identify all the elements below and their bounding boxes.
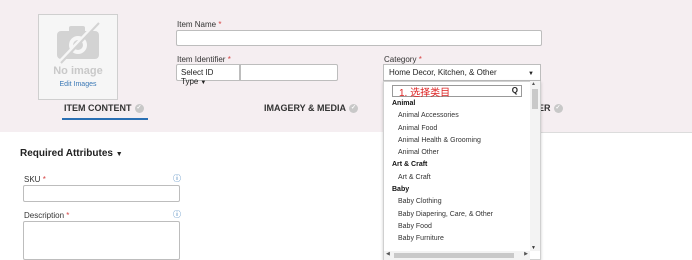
sku-input[interactable] <box>23 185 180 202</box>
dropdown-horizontal-scrollbar[interactable]: ◀ ▶ <box>384 251 530 260</box>
category-option-list: Animal Animal Accessories Animal Food Anima… <box>392 98 522 246</box>
category-option[interactable]: Baby Clothing <box>392 196 522 208</box>
sku-label: SKU * <box>24 175 46 184</box>
id-type-select[interactable]: Select ID Type ▼ <box>176 64 240 86</box>
camera-off-icon <box>57 21 100 65</box>
scroll-left-icon[interactable]: ◀ <box>386 251 390 257</box>
product-image-placeholder[interactable]: No image Edit Images <box>38 14 118 100</box>
scroll-thumb[interactable] <box>532 89 538 109</box>
category-select[interactable]: Home Decor, Kitchen, & Other ▼ <box>383 64 541 81</box>
item-identifier-label: Item Identifier * <box>177 55 231 64</box>
category-option[interactable]: Animal Food <box>392 123 522 135</box>
required-attributes-toggle[interactable]: Required Attributes ▼ <box>20 148 123 159</box>
category-option[interactable]: Animal Other <box>392 147 522 159</box>
active-tab-indicator <box>62 118 148 120</box>
chevron-down-icon: ▼ <box>528 71 534 77</box>
category-option[interactable]: Animal Accessories <box>392 110 522 122</box>
check-circle-icon: ✓ <box>553 104 563 114</box>
scroll-up-icon[interactable]: ▲ <box>531 81 536 87</box>
scroll-thumb[interactable] <box>394 253 514 258</box>
item-identifier-input[interactable] <box>240 64 338 81</box>
check-circle-icon: ✓ <box>134 104 144 114</box>
category-label: Category * <box>384 55 422 64</box>
scroll-down-icon[interactable]: ▼ <box>531 245 536 251</box>
category-group-header: Animal <box>392 100 416 107</box>
category-group-header: Art & Craft <box>392 161 428 169</box>
item-name-label: Item Name * <box>177 20 222 29</box>
category-group-header: Baby <box>392 186 410 194</box>
tab-item-content[interactable]: ITEM CONTENT ✓ <box>64 103 144 114</box>
search-icon: Q <box>511 86 518 95</box>
check-circle-icon: ✓ <box>349 104 359 114</box>
category-option[interactable]: Baby Furniture <box>392 233 522 245</box>
category-option[interactable]: Animal Health & Grooming <box>392 135 522 147</box>
category-option[interactable]: Baby Food <box>392 221 522 233</box>
tab-other[interactable]: ER ✓ <box>538 103 563 114</box>
category-option[interactable]: Baby Diapering, Care, & Other <box>392 209 522 221</box>
scroll-right-icon[interactable]: ▶ <box>524 251 528 257</box>
no-image-text: No image <box>53 65 103 77</box>
item-name-input[interactable] <box>176 30 542 46</box>
description-info-icon[interactable]: ⓘ <box>173 209 181 220</box>
caret-down-icon: ▼ <box>200 80 207 86</box>
category-search-input[interactable]: 1. 选择类目 Q <box>392 85 522 99</box>
edit-images-link[interactable]: Edit Images <box>39 81 117 88</box>
sku-info-icon[interactable]: ⓘ <box>173 173 181 184</box>
description-textarea[interactable] <box>23 221 180 260</box>
caret-down-icon: ▼ <box>115 151 123 158</box>
description-label: Description * <box>24 211 70 220</box>
dropdown-vertical-scrollbar[interactable]: ▲ ▼ <box>530 81 540 251</box>
tab-imagery-media[interactable]: IMAGERY & MEDIA ✓ <box>264 103 359 114</box>
category-option[interactable]: Art & Craft <box>392 172 522 184</box>
category-dropdown: 1. 选择类目 Q Animal Animal Accessories Animal… <box>383 81 541 260</box>
